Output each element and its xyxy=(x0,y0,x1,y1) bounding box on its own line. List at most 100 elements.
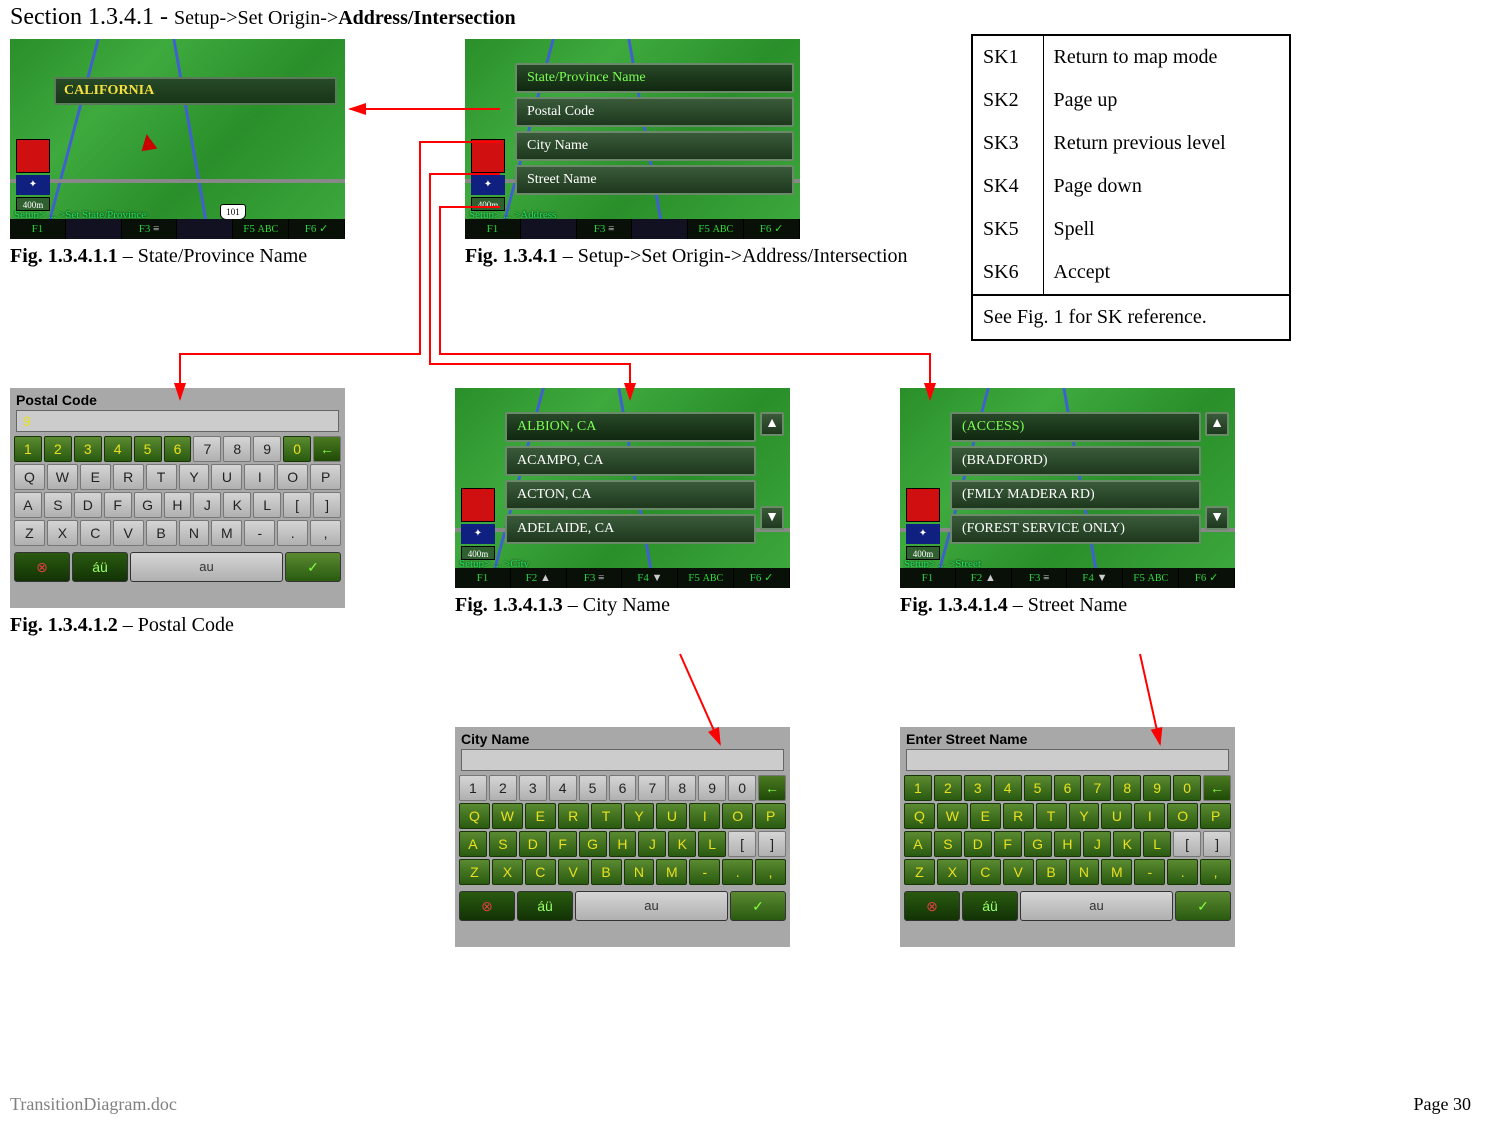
key-M[interactable]: M xyxy=(211,520,242,546)
key-F[interactable]: F xyxy=(104,492,132,518)
key-[[interactable]: [ xyxy=(1173,831,1201,857)
key-S[interactable]: S xyxy=(934,831,962,857)
key-2[interactable]: 2 xyxy=(44,436,72,462)
key-K[interactable]: K xyxy=(223,492,251,518)
key-D[interactable]: D xyxy=(519,831,547,857)
key-L[interactable]: L xyxy=(1143,831,1171,857)
menu-state-province[interactable]: State/Province Name xyxy=(515,63,794,93)
key-Y[interactable]: Y xyxy=(624,803,655,829)
key-F[interactable]: F xyxy=(994,831,1022,857)
key-Q[interactable]: Q xyxy=(904,803,935,829)
key-9[interactable]: 9 xyxy=(253,436,281,462)
cancel-button[interactable]: ⊗ xyxy=(904,891,960,921)
f2-key[interactable]: F2 ▲ xyxy=(511,568,567,588)
key-.[interactable]: . xyxy=(722,859,753,885)
key-1[interactable]: 1 xyxy=(904,775,932,801)
key-N[interactable]: N xyxy=(179,520,210,546)
key-L[interactable]: L xyxy=(698,831,726,857)
key-U[interactable]: U xyxy=(1101,803,1132,829)
backspace-key[interactable]: ← xyxy=(313,436,341,462)
key-.[interactable]: . xyxy=(277,520,308,546)
space-button[interactable]: au xyxy=(575,891,728,921)
f6-key[interactable]: F6 ✓ xyxy=(734,568,790,588)
postal-input[interactable]: 9 xyxy=(16,410,339,432)
space-button[interactable]: au xyxy=(130,552,283,582)
page-up-button[interactable]: ▲ xyxy=(760,412,784,436)
key-T[interactable]: T xyxy=(146,464,177,490)
page-up-button[interactable]: ▲ xyxy=(1205,412,1229,436)
key-V[interactable]: V xyxy=(113,520,144,546)
key-7[interactable]: 7 xyxy=(638,775,666,801)
list-item[interactable]: (ACCESS) xyxy=(950,412,1201,442)
key-D[interactable]: D xyxy=(964,831,992,857)
key-B[interactable]: B xyxy=(1036,859,1067,885)
key-][interactable]: ] xyxy=(758,831,786,857)
cancel-button[interactable]: ⊗ xyxy=(14,552,70,582)
f5-key[interactable]: F5 ABC xyxy=(1123,568,1179,588)
key-J[interactable]: J xyxy=(638,831,666,857)
key-6[interactable]: 6 xyxy=(1054,775,1082,801)
key-E[interactable]: E xyxy=(970,803,1001,829)
list-item[interactable]: (BRADFORD) xyxy=(950,446,1201,476)
key-2[interactable]: 2 xyxy=(489,775,517,801)
key-4[interactable]: 4 xyxy=(549,775,577,801)
key-G[interactable]: G xyxy=(1024,831,1052,857)
key-I[interactable]: I xyxy=(689,803,720,829)
key-3[interactable]: 3 xyxy=(964,775,992,801)
key-W[interactable]: W xyxy=(492,803,523,829)
key-X[interactable]: X xyxy=(47,520,78,546)
space-button[interactable]: au xyxy=(1020,891,1173,921)
key-T[interactable]: T xyxy=(591,803,622,829)
menu-postal-code[interactable]: Postal Code xyxy=(515,97,794,127)
f1-key[interactable]: F1 xyxy=(455,568,511,588)
f3-key[interactable]: F3 ≡ xyxy=(577,219,633,239)
key-,[interactable]: , xyxy=(310,520,341,546)
key--[interactable]: - xyxy=(244,520,275,546)
key-4[interactable]: 4 xyxy=(104,436,132,462)
key-O[interactable]: O xyxy=(277,464,308,490)
key-C[interactable]: C xyxy=(525,859,556,885)
key-[[interactable]: [ xyxy=(283,492,311,518)
f1-key[interactable]: F1 xyxy=(900,568,956,588)
key-1[interactable]: 1 xyxy=(459,775,487,801)
key-A[interactable]: A xyxy=(459,831,487,857)
key-X[interactable]: X xyxy=(492,859,523,885)
f5-key[interactable]: F5 ABC xyxy=(688,219,744,239)
backspace-key[interactable]: ← xyxy=(758,775,786,801)
key-Y[interactable]: Y xyxy=(179,464,210,490)
key-5[interactable]: 5 xyxy=(134,436,162,462)
key-K[interactable]: K xyxy=(668,831,696,857)
accept-button[interactable]: ✓ xyxy=(285,552,341,582)
city-input[interactable] xyxy=(461,749,784,771)
key-A[interactable]: A xyxy=(904,831,932,857)
key-N[interactable]: N xyxy=(624,859,655,885)
key-0[interactable]: 0 xyxy=(728,775,756,801)
f3-key[interactable]: F3 ≡ xyxy=(1012,568,1068,588)
key-8[interactable]: 8 xyxy=(223,436,251,462)
key-H[interactable]: H xyxy=(164,492,192,518)
key-S[interactable]: S xyxy=(489,831,517,857)
key-C[interactable]: C xyxy=(970,859,1001,885)
key-Z[interactable]: Z xyxy=(904,859,935,885)
page-down-button[interactable]: ▼ xyxy=(760,506,784,530)
menu-street-name[interactable]: Street Name xyxy=(515,165,794,195)
list-item[interactable]: (FOREST SERVICE ONLY) xyxy=(950,514,1201,544)
f4-key[interactable]: F4 ▼ xyxy=(1067,568,1123,588)
key-5[interactable]: 5 xyxy=(579,775,607,801)
key-E[interactable]: E xyxy=(525,803,556,829)
f5-key[interactable]: F5 ABC xyxy=(678,568,734,588)
key-5[interactable]: 5 xyxy=(1024,775,1052,801)
list-item[interactable]: (FMLY MADERA RD) xyxy=(950,480,1201,510)
key-0[interactable]: 0 xyxy=(1173,775,1201,801)
key--[interactable]: - xyxy=(689,859,720,885)
key-T[interactable]: T xyxy=(1036,803,1067,829)
key-Y[interactable]: Y xyxy=(1069,803,1100,829)
key-6[interactable]: 6 xyxy=(164,436,192,462)
key-6[interactable]: 6 xyxy=(609,775,637,801)
key-P[interactable]: P xyxy=(1200,803,1231,829)
key-7[interactable]: 7 xyxy=(193,436,221,462)
f1-key[interactable]: F1 xyxy=(465,219,521,239)
key-P[interactable]: P xyxy=(310,464,341,490)
f6-key[interactable]: F6 ✓ xyxy=(289,219,345,239)
key-R[interactable]: R xyxy=(558,803,589,829)
